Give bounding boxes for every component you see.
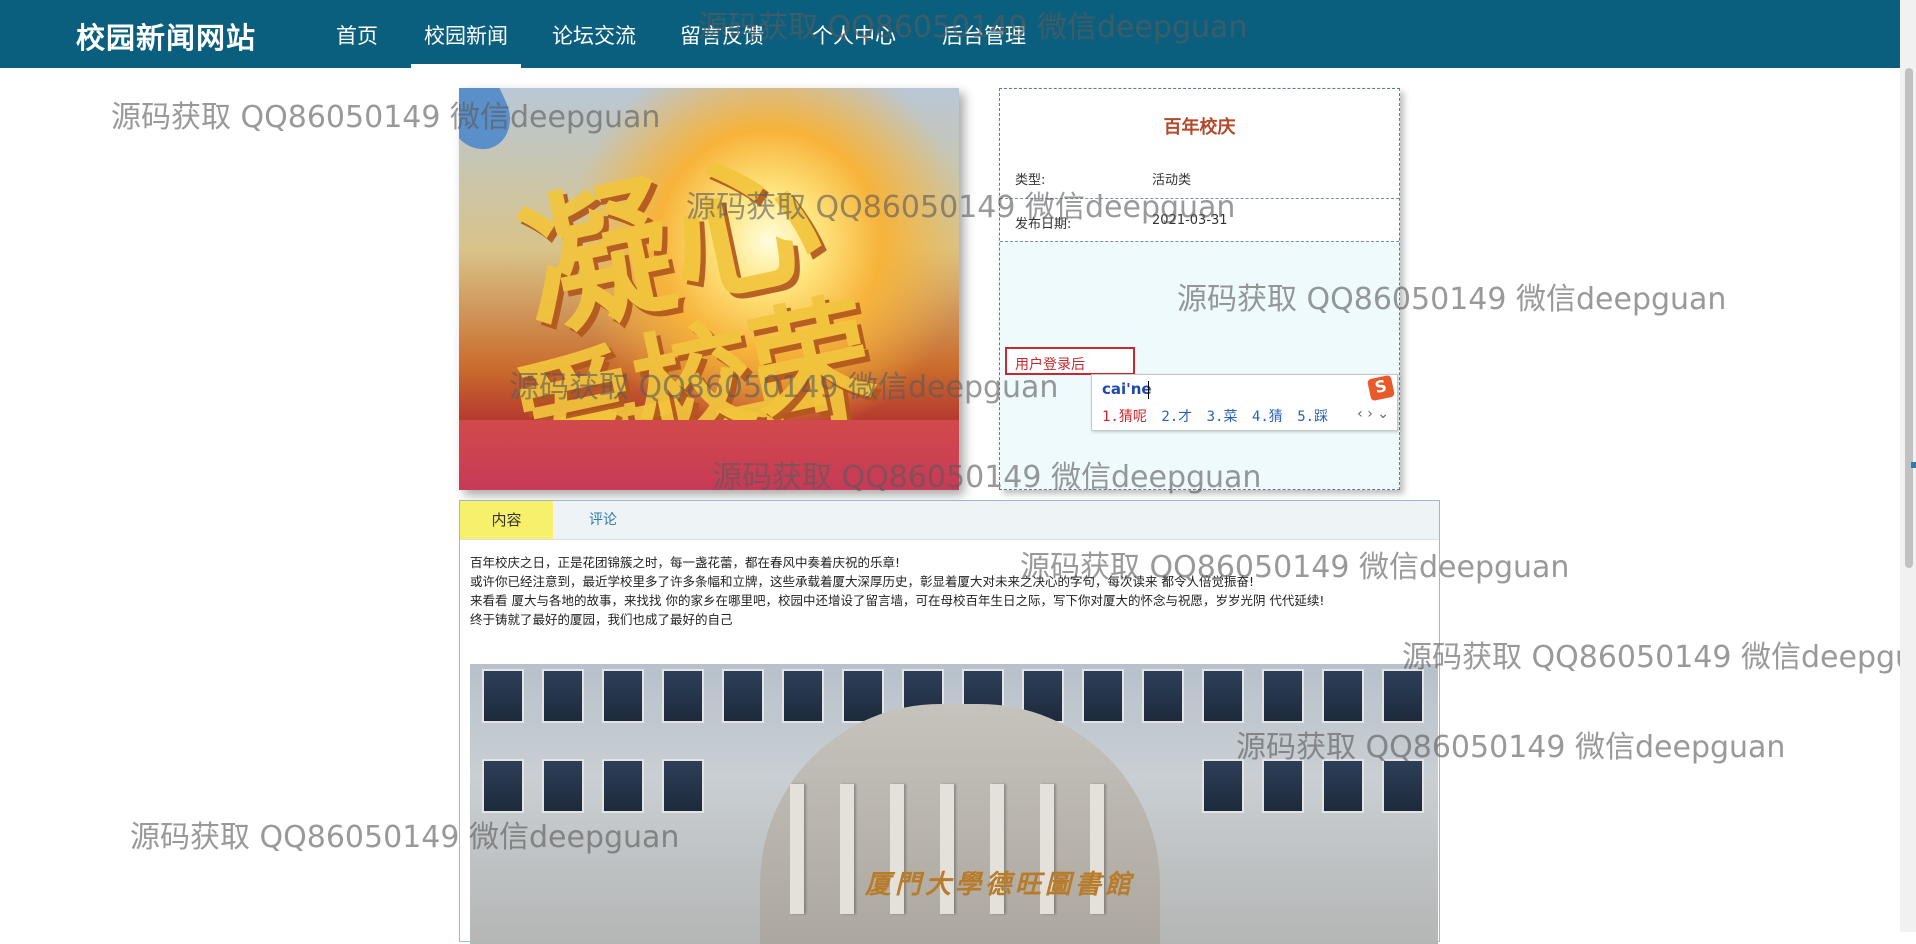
ime-page-arrows-icon[interactable]: ‹ › ⌄ (1357, 406, 1389, 422)
flower-bed (459, 420, 959, 490)
article-paragraph: 来看看 厦大与各地的故事，来找找 你的家乡在哪里吧，校园中还增设了留言墙，可在母… (470, 593, 1325, 608)
library-sign: 厦門大學德旺圖書館 (865, 870, 1136, 900)
news-title: 百年校庆 (1163, 117, 1236, 138)
type-value: 活动类 (1152, 173, 1192, 188)
library-photo: 厦門大學德旺圖書館 (470, 664, 1438, 944)
ime-logo-icon: S (1366, 374, 1396, 402)
ime-candidate[interactable]: 2.才 (1161, 409, 1192, 425)
article-paragraph: 百年校庆之日，正是花团锦簇之时，每一盏花蕾，都在春风中奏着庆祝的乐章! (470, 555, 901, 570)
ime-candidate-list: 1.猜呢 2.才 3.菜 4.猜 5.踩 (1102, 406, 1338, 426)
text-caret (1148, 381, 1149, 399)
article-paragraph: 或许你已经注意到，最近学校里多了许多条幅和立牌，这些承载着厦大深厚历史，彰显着厦… (470, 574, 1254, 589)
news-detail-box: 内容 评论 百年校庆之日，正是花团锦簇之时，每一盏花蕾，都在春风中奏着庆祝的乐章… (459, 500, 1440, 944)
ime-candidate[interactable]: 1.猜呢 (1102, 409, 1147, 425)
nav-home[interactable]: 首页 (336, 20, 378, 50)
scrollbar-thumb[interactable] (1905, 68, 1913, 568)
tab-content[interactable]: 内容 (460, 501, 553, 539)
login-required-note[interactable]: 用户登录后 (1005, 347, 1135, 375)
info-divider (1000, 241, 1399, 242)
detail-tab-bar: 内容 评论 (460, 501, 1439, 540)
nav-personal-center[interactable]: 个人中心 (812, 20, 896, 50)
nav-active-indicator (411, 64, 521, 68)
top-navbar: 校园新闻网站 首页 校园新闻 论坛交流 留言反馈 个人中心 后台管理 (0, 0, 1916, 68)
ime-candidate-popup: cai'ne S 1.猜呢 2.才 3.菜 4.猜 5.踩 ‹ › ⌄ (1091, 374, 1398, 431)
type-label: 类型: (1015, 173, 1046, 188)
article-paragraph: 终于铸就了最好的厦园，我们也成了最好的自己 (470, 612, 733, 627)
nav-forum[interactable]: 论坛交流 (552, 20, 636, 50)
watermark-text: 源码获取 QQ86050149 微信deepguan (1402, 640, 1916, 675)
date-value: 2021-03-31 (1152, 213, 1228, 228)
site-brand[interactable]: 校园新闻网站 (76, 15, 256, 57)
nav-feedback[interactable]: 留言反馈 (680, 20, 764, 50)
ime-candidate[interactable]: 4.猜 (1252, 409, 1283, 425)
scroll-marker (1911, 462, 1916, 468)
balloon-shape (459, 88, 521, 160)
article-body: 百年校庆之日，正是花团锦簇之时，每一盏花蕾，都在春风中奏着庆祝的乐章! 或许你已… (470, 553, 1420, 629)
nav-admin[interactable]: 后台管理 (942, 20, 1026, 50)
ime-candidate[interactable]: 3.菜 (1207, 409, 1238, 425)
date-label: 发布日期: (1015, 217, 1072, 232)
info-divider (1000, 198, 1399, 199)
tab-comments[interactable]: 评论 (553, 501, 653, 539)
nav-campus-news[interactable]: 校园新闻 (424, 20, 508, 50)
ime-composition: cai'ne (1102, 380, 1152, 398)
ime-candidate[interactable]: 5.踩 (1297, 409, 1328, 425)
news-cover-image: 凝心聚力 爱校荣校 (459, 88, 959, 490)
